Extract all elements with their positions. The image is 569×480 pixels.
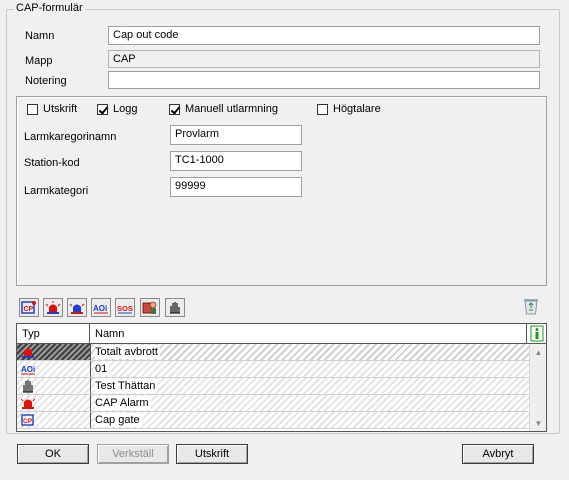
- utskrift-checkbox[interactable]: Utskrift: [27, 103, 77, 115]
- hogtalare-checkbox-label: Högtalare: [333, 103, 381, 115]
- logg-checkbox[interactable]: Logg: [97, 103, 137, 115]
- svg-text:CP: CP: [24, 306, 34, 313]
- info-button[interactable]: [529, 325, 545, 342]
- svg-text:AOi: AOi: [93, 304, 107, 313]
- table-row-name: Cap gate: [95, 413, 142, 427]
- larmkategori-label: Larmkategori: [24, 185, 89, 197]
- cap-alarm-icon: CP: [21, 301, 36, 314]
- logg-checkbox-box[interactable]: [97, 103, 108, 115]
- sos-button[interactable]: SOS: [115, 298, 135, 317]
- column-typ[interactable]: Typ: [17, 324, 90, 343]
- siren-red-button[interactable]: [43, 298, 63, 317]
- utskrift-button[interactable]: Utskrift: [176, 444, 248, 464]
- table-scrollbar[interactable]: ▲ ▼: [529, 344, 546, 431]
- table-row-name: Test Thättan: [95, 379, 158, 393]
- utskrift-checkbox-label: Utskrift: [43, 103, 78, 115]
- mapp-field: CAP: [108, 50, 540, 68]
- alarm-type-table: Typ Namn Totalt avbrott AOi 01 Test Thät…: [16, 323, 547, 432]
- larmkategorinamn-field[interactable]: Provlarm: [170, 125, 302, 145]
- svg-text:CP: CP: [23, 418, 33, 425]
- table-row[interactable]: Totalt avbrott: [17, 344, 529, 361]
- scroll-down-icon[interactable]: ▼: [530, 416, 546, 430]
- hogtalare-checkbox[interactable]: Högtalare: [317, 103, 381, 115]
- recycle-bin-icon: [524, 299, 538, 315]
- table-row[interactable]: CAP Alarm: [17, 395, 529, 412]
- manuell-checkbox[interactable]: Manuell utlarmning: [169, 103, 278, 115]
- table-row[interactable]: Test Thättan: [17, 378, 529, 395]
- manuell-checkbox-label: Manuell utlarmning: [185, 103, 278, 115]
- stationkod-field[interactable]: TC1-1000: [170, 151, 302, 171]
- hogtalare-checkbox-box[interactable]: [317, 103, 328, 115]
- column-namn[interactable]: Namn: [91, 324, 527, 343]
- cap-icon: CP: [21, 414, 34, 426]
- table-row-name: 01: [95, 362, 110, 376]
- avbryt-button[interactable]: Avbryt: [462, 444, 534, 464]
- svg-text:AOi: AOi: [21, 365, 35, 374]
- scroll-up-icon[interactable]: ▲: [530, 345, 546, 359]
- sos-icon: SOS: [117, 304, 133, 314]
- siren-blue-icon: [69, 303, 85, 314]
- table-row[interactable]: CP Cap gate: [17, 412, 529, 429]
- stationkod-label: Station-kod: [24, 157, 80, 169]
- table-row-type: [17, 395, 91, 411]
- aoi-button[interactable]: AOi: [91, 298, 111, 317]
- notering-field[interactable]: [108, 71, 540, 89]
- person-alarm-icon: [142, 301, 157, 314]
- svg-text:SOS: SOS: [117, 304, 133, 313]
- recycle-bin-button[interactable]: [522, 296, 540, 316]
- larmkategori-field[interactable]: 99999: [170, 177, 302, 197]
- namn-label: Namn: [25, 30, 55, 42]
- table-row[interactable]: AOi 01: [17, 361, 529, 378]
- table-row-name: CAP Alarm: [95, 396, 151, 410]
- mapp-label: Mapp: [25, 55, 53, 67]
- ok-button[interactable]: OK: [17, 444, 89, 464]
- siren-red-icon: [21, 398, 35, 409]
- table-row-type: AOi: [17, 361, 91, 377]
- info-icon: [530, 325, 544, 342]
- hand-button[interactable]: [165, 298, 185, 317]
- hand-icon: [23, 380, 33, 393]
- larmkategorinamn-label: Larmkaregorinamn: [24, 131, 117, 143]
- table-row-name: Totalt avbrott: [95, 345, 160, 359]
- table-row-type: CP: [17, 412, 91, 428]
- notering-label: Notering: [25, 75, 67, 87]
- table-row-type: [17, 378, 91, 394]
- logg-checkbox-label: Logg: [113, 103, 138, 115]
- cap-alarm-button[interactable]: CP: [19, 298, 39, 317]
- person-alarm-button[interactable]: [140, 298, 160, 317]
- manuell-checkbox-box[interactable]: [169, 103, 180, 115]
- namn-field[interactable]: Cap out code: [108, 26, 540, 45]
- aoi-icon: AOi: [21, 365, 35, 375]
- aoi-icon: AOi: [93, 304, 108, 314]
- table-header: Typ Namn: [17, 324, 546, 344]
- form-title: CAP-formulär: [14, 2, 85, 14]
- siren-red-icon: [45, 301, 61, 314]
- utskrift-checkbox-box[interactable]: [27, 103, 38, 115]
- siren-icon: [22, 348, 34, 358]
- siren-blue-button[interactable]: [67, 298, 87, 317]
- verkstall-button[interactable]: Verkställ: [97, 444, 169, 464]
- table-row-type: [17, 344, 91, 360]
- hand-icon: [170, 302, 180, 314]
